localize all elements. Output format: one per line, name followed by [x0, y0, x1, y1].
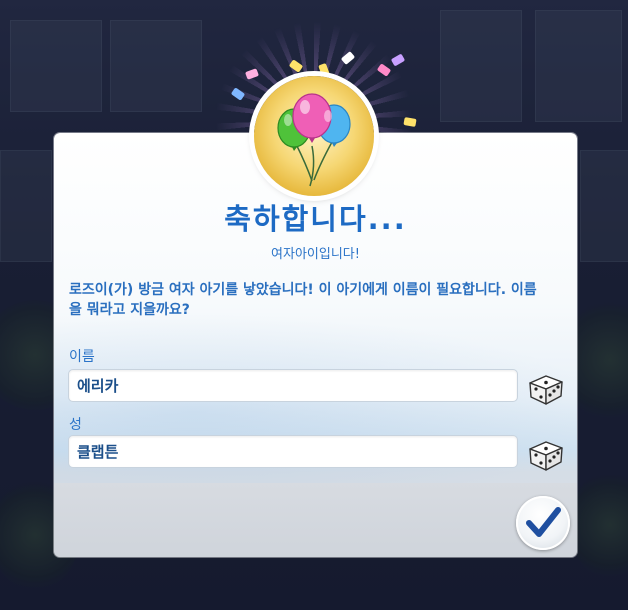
- balloons-icon: [254, 76, 374, 196]
- dialog-message: 로즈이(가) 방금 여자 아기를 낳았습니다! 이 아기에게 이름이 필요합니다…: [69, 282, 537, 318]
- dialog-subtitle: 여자아이입니다!: [271, 247, 360, 262]
- dice-icon: [529, 375, 563, 405]
- first-name-label: 이름: [69, 349, 95, 365]
- dialog-footer: [54, 483, 577, 557]
- last-name-label: 성: [69, 417, 82, 433]
- first-name-input[interactable]: [68, 369, 518, 402]
- checkmark-icon: [526, 507, 561, 537]
- dice-icon: [529, 441, 563, 471]
- dialog-title: 축하합니다...: [224, 202, 407, 236]
- randomize-last-name-button[interactable]: [526, 436, 566, 472]
- randomize-first-name-button[interactable]: [526, 370, 566, 406]
- confirm-button[interactable]: [516, 496, 570, 550]
- last-name-input[interactable]: [68, 435, 518, 468]
